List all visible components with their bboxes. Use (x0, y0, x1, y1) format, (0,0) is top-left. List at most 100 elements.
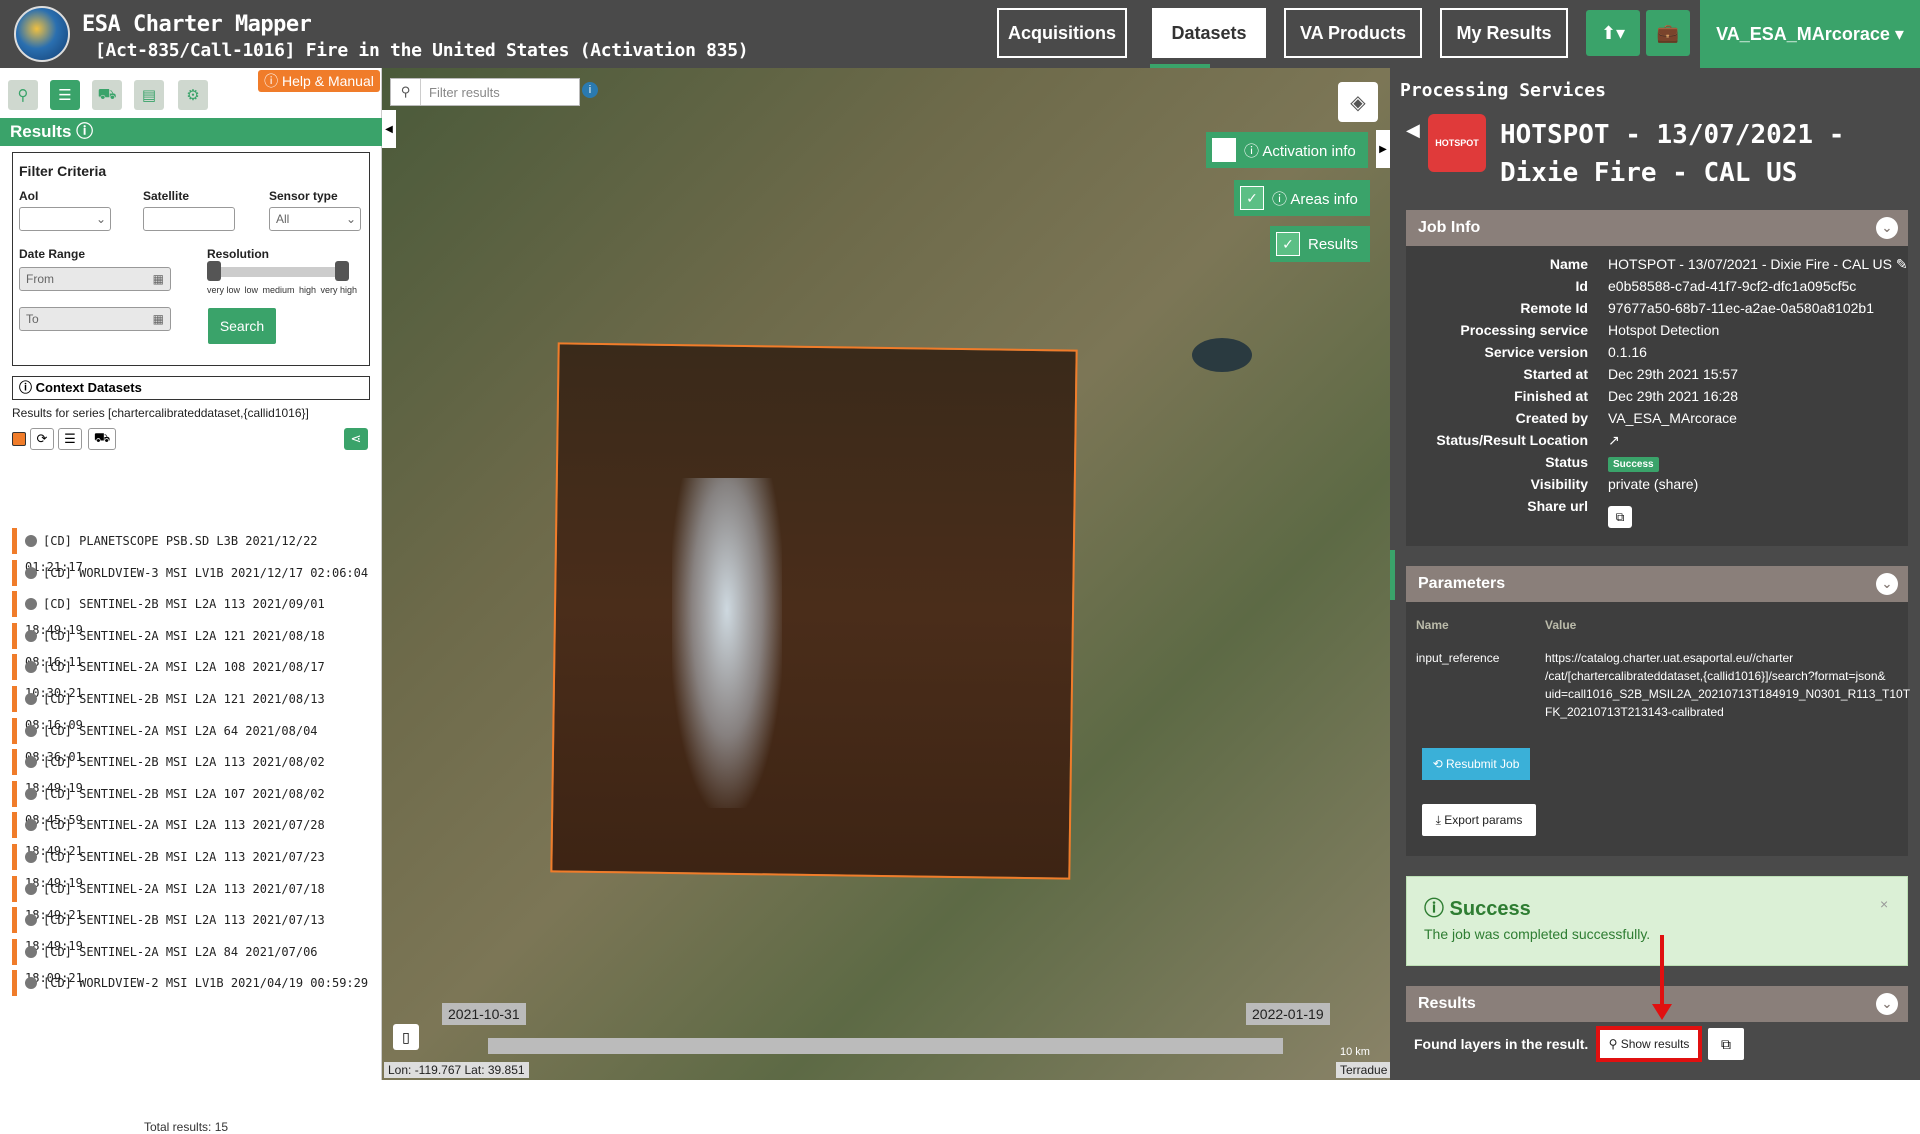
calendar-icon[interactable]: ▦ (153, 268, 164, 290)
date-from-placeholder: From (26, 272, 54, 286)
timeline-toggle-icon[interactable]: ▯ (393, 1024, 419, 1050)
unchecked-box-icon[interactable] (1212, 138, 1236, 162)
lake-feature (1192, 338, 1252, 372)
timeline-start-date: 2021-10-31 (442, 1003, 526, 1025)
param-value-line: uid=call1016_S2B_MSIL2A_20210713T184919_… (1545, 687, 1911, 701)
close-icon[interactable]: × (1880, 896, 1888, 912)
job-info-key: Started at (1523, 366, 1588, 382)
job-info-key: Service version (1484, 344, 1588, 360)
sensor-type-select[interactable]: All ⌄ (269, 207, 361, 231)
list-item[interactable]: [CD] SENTINEL-2B MSI L2A 113 2021/08/02 … (12, 749, 374, 795)
resubmit-job-button[interactable]: ⟲ Resubmit Job (1422, 748, 1530, 780)
chevron-down-icon[interactable]: ⌄ (1876, 993, 1898, 1015)
activation-title: [Act-835/Call-1016] Fire in the United S… (95, 40, 749, 61)
search-button[interactable]: Search (208, 308, 276, 344)
job-info-key: Remote Id (1520, 300, 1588, 316)
param-value-line: https://catalog.charter.uat.esaportal.eu… (1545, 651, 1794, 665)
job-info-key: Share url (1527, 498, 1588, 514)
job-info-key: Id (1575, 278, 1588, 294)
smoke-plume (672, 478, 782, 808)
filter-criteria-box: Filter Criteria AoI ⌄ Satellite Sensor t… (12, 152, 370, 366)
export-params-button[interactable]: ⤓ Export params (1422, 804, 1536, 836)
list-item[interactable]: [CD] PLANETSCOPE PSB.SD L3B 2021/12/22 0… (12, 528, 374, 574)
layers-icon[interactable]: ◈ (1338, 82, 1378, 122)
help-manual-button[interactable]: ⓘ Help & Manual (258, 70, 380, 92)
expand-right-icon[interactable]: ▶ (1376, 130, 1390, 168)
check-icon[interactable]: ✓ (1240, 186, 1264, 210)
resolution-slider-max-handle[interactable] (335, 261, 349, 281)
activation-info-toggle[interactable]: ⓘ Activation info (1206, 132, 1368, 168)
share-icon[interactable]: ⋖ (344, 428, 368, 450)
copy-icon[interactable]: ⧉ (1708, 1028, 1744, 1060)
basket-icon[interactable]: ⛟ (92, 80, 122, 110)
areas-info-toggle[interactable]: ✓ ⓘ Areas info (1234, 180, 1370, 216)
collapse-left-panel-icon[interactable]: ◀ (382, 110, 396, 148)
found-layers-text: Found layers in the result. (1414, 1036, 1589, 1052)
nav-acquisitions[interactable]: Acquisitions (997, 8, 1127, 58)
info-icon[interactable]: i (582, 82, 598, 98)
back-arrow-icon[interactable]: ◀ (1406, 120, 1420, 141)
add-to-basket-icon[interactable]: ⛟ (88, 428, 116, 450)
chevron-down-icon: ⌄ (345, 212, 356, 226)
search-icon[interactable]: ⚲ (8, 80, 38, 110)
nav-my-results[interactable]: My Results (1440, 8, 1568, 58)
timeline-slider[interactable] (488, 1038, 1283, 1054)
date-to-placeholder: To (26, 312, 39, 326)
list-item[interactable]: [CD] SENTINEL-2A MSI L2A 113 2021/07/28 … (12, 812, 374, 858)
list-item[interactable]: [CD] SENTINEL-2B MSI L2A 121 2021/08/13 … (12, 686, 374, 732)
job-info-value-text: Hotspot Detection (1608, 322, 1720, 338)
list-view-icon[interactable]: ☰ (58, 428, 82, 450)
status-badge: Success (1608, 457, 1659, 472)
satellite-input[interactable] (143, 207, 235, 231)
check-icon[interactable]: ✓ (1276, 232, 1300, 256)
globe-icon (25, 598, 37, 611)
list-item[interactable]: [CD] SENTINEL-2A MSI L2A 113 2021/07/18 … (12, 875, 374, 922)
list-icon[interactable]: ☰ (50, 80, 80, 110)
parameters-header[interactable]: Parameters ⌄ (1406, 566, 1908, 602)
list-item[interactable]: [CD] SENTINEL-2B MSI L2A 113 2021/07/13 … (12, 907, 374, 953)
calendar-icon[interactable]: ▦ (153, 308, 164, 330)
job-info-value-text: VA_ESA_MArcorace (1608, 410, 1737, 426)
user-menu[interactable]: VA_ESA_MArcorace ▾ (1700, 0, 1920, 68)
upload-icon[interactable]: ⬆▾ (1586, 10, 1640, 56)
list-item[interactable]: [CD] SENTINEL-2B MSI L2A 113 2021/07/23 … (12, 844, 374, 890)
job-info-key: Created by (1515, 410, 1588, 426)
resolution-slider-track[interactable] (207, 267, 349, 277)
copy-share-url-icon[interactable]: ⧉ (1608, 506, 1632, 528)
chevron-down-icon[interactable]: ⌄ (1876, 217, 1898, 239)
context-datasets-toggle[interactable]: ⓘ Context Datasets (12, 376, 370, 400)
list-item[interactable]: [CD] SENTINEL-2A MSI L2A 84 2021/07/06 1… (12, 938, 374, 985)
settings-icon[interactable]: ⚙ (178, 80, 208, 110)
filter-results-input[interactable]: ⚲ Filter results (390, 78, 580, 106)
list-item[interactable]: [CD] WORLDVIEW-3 MSI LV1B 2021/12/17 02:… (12, 559, 374, 586)
globe-icon (25, 566, 37, 579)
chevron-down-icon[interactable]: ⌄ (1876, 573, 1898, 595)
job-info-header[interactable]: Job Info ⌄ (1406, 210, 1908, 246)
list-item[interactable]: [CD] SENTINEL-2A MSI L2A 108 2021/08/17 … (12, 654, 374, 700)
map-view[interactable] (382, 68, 1390, 1080)
list-item[interactable]: [CD] SENTINEL-2A MSI L2A 64 2021/08/04 0… (12, 717, 374, 764)
job-info-value: ↗ (1608, 432, 1620, 449)
job-info-value-text: ↗ (1608, 432, 1620, 448)
nav-datasets[interactable]: Datasets (1152, 8, 1266, 58)
date-from-input[interactable]: From ▦ (19, 267, 171, 291)
filter-results-placeholder: Filter results (429, 84, 500, 100)
total-results: Total results: 15 (144, 1120, 229, 1134)
date-to-input[interactable]: To ▦ (19, 307, 171, 331)
archive-icon[interactable]: ▤ (134, 80, 164, 110)
job-info-value-text: Dec 29th 2021 16:28 (1608, 388, 1738, 404)
aoi-footprint[interactable] (550, 342, 1078, 880)
results-toggle[interactable]: ✓ Results (1270, 226, 1371, 262)
list-item[interactable]: [CD] SENTINEL-2B MSI L2A 107 2021/08/02 … (12, 780, 374, 827)
refresh-icon[interactable]: ⟳ (30, 428, 54, 450)
show-results-button[interactable]: ⚲ Show results (1596, 1026, 1702, 1062)
list-item[interactable]: [CD] SENTINEL-2B MSI L2A 113 2021/09/01 … (12, 591, 374, 637)
resolution-slider-min-handle[interactable] (207, 261, 221, 281)
list-item[interactable]: [CD] SENTINEL-2A MSI L2A 121 2021/08/18 … (12, 622, 374, 669)
nav-va-products[interactable]: VA Products (1284, 8, 1422, 58)
briefcase-icon[interactable]: 💼 (1646, 10, 1690, 56)
list-item[interactable]: [CD] WORLDVIEW-2 MSI LV1B 2021/04/19 00:… (12, 970, 374, 997)
app-title: ESA Charter Mapper (82, 12, 312, 37)
aoi-select[interactable]: ⌄ (19, 207, 111, 231)
select-all-checkbox[interactable] (12, 432, 26, 446)
